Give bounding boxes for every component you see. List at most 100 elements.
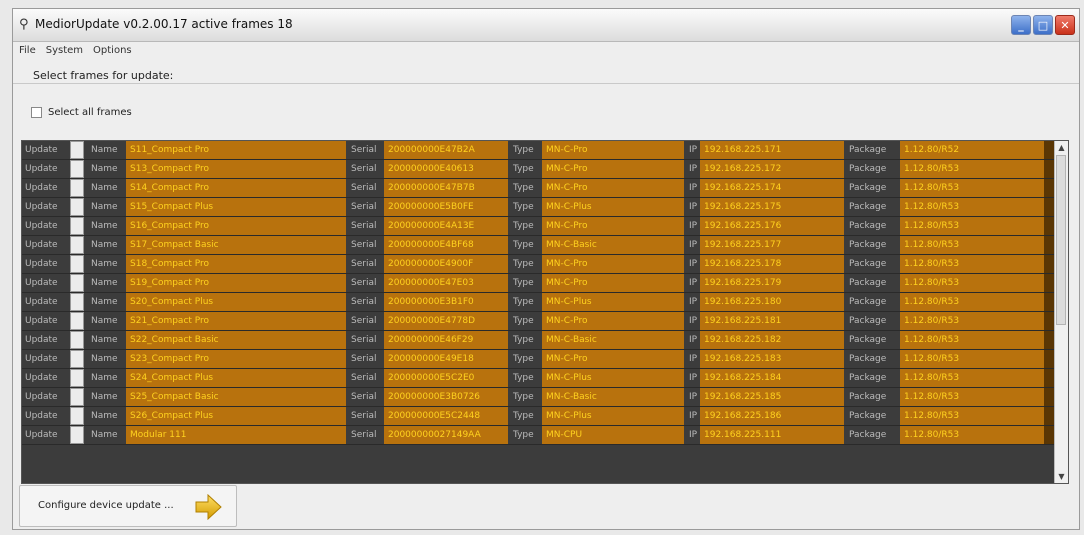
update-checkbox[interactable]	[70, 426, 84, 444]
frame-serial: 200000000E4778D	[384, 312, 508, 330]
frame-package: 1.12.80/R53	[900, 388, 1044, 406]
type-label: Type	[513, 316, 534, 326]
frame-package: 1.12.80/R53	[900, 293, 1044, 311]
package-label: Package	[849, 430, 887, 440]
frame-serial: 200000000E5C2E0	[384, 369, 508, 387]
serial-label: Serial	[351, 411, 377, 421]
update-label: Update	[25, 430, 58, 440]
frame-name: S16_Compact Pro	[126, 217, 346, 235]
name-label: Name	[91, 373, 118, 383]
update-checkbox[interactable]	[70, 388, 84, 406]
frame-row[interactable]: Update Name S13_Compact Pro Serial 200000000…	[22, 160, 1054, 179]
maximize-button[interactable]: □	[1033, 15, 1053, 35]
frame-row[interactable]: Update Name S26_Compact Plus Serial 20000000…	[22, 407, 1054, 426]
row-end-marker	[1044, 198, 1054, 216]
frame-type: MN-C-Pro	[542, 255, 684, 273]
update-checkbox[interactable]	[70, 236, 84, 254]
type-label: Type	[513, 183, 534, 193]
scroll-down-icon[interactable]: ▼	[1055, 470, 1068, 483]
row-end-marker	[1044, 350, 1054, 368]
select-all-checkbox[interactable]	[31, 107, 42, 118]
frame-package: 1.12.80/R53	[900, 236, 1044, 254]
row-end-marker	[1044, 312, 1054, 330]
minimize-button[interactable]: _	[1011, 15, 1031, 35]
frame-ip: 192.168.225.184	[700, 369, 844, 387]
update-checkbox[interactable]	[70, 141, 84, 159]
menu-options[interactable]: Options	[93, 43, 132, 59]
frame-row[interactable]: Update Name S21_Compact Pro Serial 200000000…	[22, 312, 1054, 331]
frame-package: 1.12.80/R53	[900, 369, 1044, 387]
update-label: Update	[25, 354, 58, 364]
frame-type: MN-CPU	[542, 426, 684, 444]
name-label: Name	[91, 354, 118, 364]
serial-label: Serial	[351, 278, 377, 288]
update-checkbox[interactable]	[70, 160, 84, 178]
frame-row[interactable]: Update Name S20_Compact Plus Serial 20000000…	[22, 293, 1054, 312]
type-label: Type	[513, 354, 534, 364]
frame-row[interactable]: Update Name S11_Compact Pro Serial 200000000…	[22, 141, 1054, 160]
update-label: Update	[25, 240, 58, 250]
menu-system[interactable]: System	[46, 43, 83, 59]
frame-row[interactable]: Update Name S22_Compact Basic Serial 2000000…	[22, 331, 1054, 350]
frame-package: 1.12.80/R52	[900, 141, 1044, 159]
frame-name: S25_Compact Basic	[126, 388, 346, 406]
row-end-marker	[1044, 388, 1054, 406]
name-label: Name	[91, 430, 118, 440]
scroll-thumb[interactable]	[1056, 155, 1066, 325]
update-checkbox[interactable]	[70, 255, 84, 273]
configure-device-update-button[interactable]: Configure device update ...	[19, 485, 237, 527]
frame-row[interactable]: Update Name S24_Compact Plus Serial 20000000…	[22, 369, 1054, 388]
type-label: Type	[513, 373, 534, 383]
package-label: Package	[849, 221, 887, 231]
update-checkbox[interactable]	[70, 179, 84, 197]
update-label: Update	[25, 221, 58, 231]
frame-row[interactable]: Update Name S23_Compact Pro Serial 200000000…	[22, 350, 1054, 369]
update-checkbox[interactable]	[70, 293, 84, 311]
frame-type: MN-C-Pro	[542, 274, 684, 292]
update-checkbox[interactable]	[70, 350, 84, 368]
update-checkbox[interactable]	[70, 331, 84, 349]
frame-row[interactable]: Update Name S17_Compact Basic Serial 2000000…	[22, 236, 1054, 255]
update-label: Update	[25, 259, 58, 269]
name-label: Name	[91, 411, 118, 421]
update-checkbox[interactable]	[70, 407, 84, 425]
update-checkbox[interactable]	[70, 217, 84, 235]
type-label: Type	[513, 240, 534, 250]
row-end-marker	[1044, 236, 1054, 254]
arrow-right-icon	[195, 494, 222, 520]
package-label: Package	[849, 240, 887, 250]
frame-row[interactable]: Update Name S25_Compact Basic Serial 2000000…	[22, 388, 1054, 407]
update-checkbox[interactable]	[70, 312, 84, 330]
update-label: Update	[25, 392, 58, 402]
row-end-marker	[1044, 426, 1054, 444]
type-label: Type	[513, 392, 534, 402]
frame-name: S22_Compact Basic	[126, 331, 346, 349]
update-label: Update	[25, 297, 58, 307]
frame-type: MN-C-Plus	[542, 293, 684, 311]
frame-row[interactable]: Update Name S15_Compact Plus Serial 20000000…	[22, 198, 1054, 217]
frame-row[interactable]: Update Name S19_Compact Pro Serial 200000000…	[22, 274, 1054, 293]
update-checkbox[interactable]	[70, 274, 84, 292]
type-label: Type	[513, 202, 534, 212]
row-end-marker	[1044, 141, 1054, 159]
vertical-scrollbar[interactable]: ▲ ▼	[1054, 141, 1068, 483]
update-checkbox[interactable]	[70, 198, 84, 216]
frame-row[interactable]: Update Name S16_Compact Pro Serial 200000000…	[22, 217, 1054, 236]
frame-package: 1.12.80/R53	[900, 274, 1044, 292]
frame-ip: 192.168.225.172	[700, 160, 844, 178]
update-checkbox[interactable]	[70, 369, 84, 387]
frame-row[interactable]: Update Name S14_Compact Pro Serial 200000000…	[22, 179, 1054, 198]
frame-serial: 200000000E3B1F0	[384, 293, 508, 311]
package-label: Package	[849, 202, 887, 212]
frame-row[interactable]: Update Name S18_Compact Pro Serial 200000000…	[22, 255, 1054, 274]
select-all-toggle[interactable]: Select all frames	[31, 107, 132, 118]
name-label: Name	[91, 278, 118, 288]
scroll-up-icon[interactable]: ▲	[1055, 141, 1068, 154]
frame-serial: 200000000E47B7B	[384, 179, 508, 197]
frame-ip: 192.168.225.181	[700, 312, 844, 330]
close-button[interactable]: ✕	[1055, 15, 1075, 35]
frame-row[interactable]: Update Name Modular 111 Serial 2000000002714…	[22, 426, 1054, 445]
frame-ip: 192.168.225.177	[700, 236, 844, 254]
type-label: Type	[513, 430, 534, 440]
menu-file[interactable]: File	[19, 43, 36, 59]
